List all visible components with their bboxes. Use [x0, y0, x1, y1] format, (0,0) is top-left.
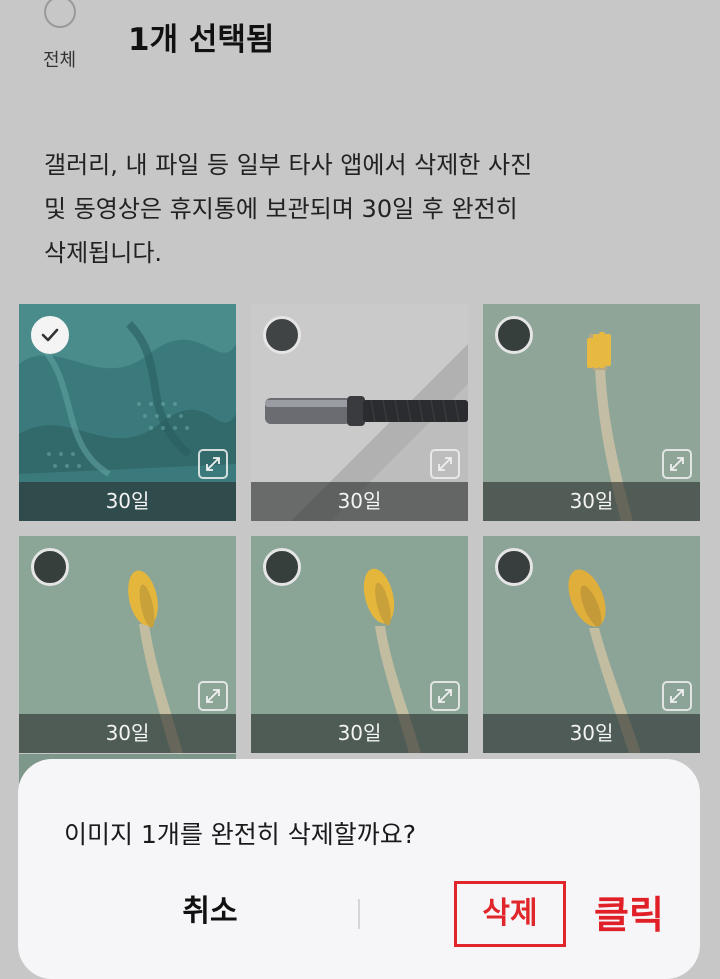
- days-remaining-label: 30일: [569, 721, 614, 745]
- photo-thumbnail[interactable]: 30일: [19, 304, 236, 521]
- days-remaining-label: 30일: [105, 721, 150, 745]
- photo-thumbnail[interactable]: 30일: [19, 536, 236, 753]
- expand-icon[interactable]: [430, 449, 460, 479]
- dialog-message: 이미지 1개를 완전히 삭제할까요?: [64, 820, 417, 849]
- click-annotation: 클릭: [594, 893, 664, 937]
- photo-thumbnail[interactable]: 30일: [251, 536, 468, 753]
- days-remaining-label: 30일: [105, 489, 150, 513]
- days-remaining-label: 30일: [569, 489, 614, 513]
- expand-icon[interactable]: [662, 681, 692, 711]
- expand-icon[interactable]: [198, 681, 228, 711]
- photo-thumbnail[interactable]: 30일: [251, 304, 468, 521]
- selected-check-icon[interactable]: [31, 316, 69, 354]
- photo-thumbnail[interactable]: 30일: [483, 304, 700, 521]
- select-circle-icon[interactable]: [495, 548, 533, 586]
- cancel-button[interactable]: 취소: [138, 887, 282, 937]
- select-circle-icon[interactable]: [263, 548, 301, 586]
- select-circle-icon[interactable]: [31, 548, 69, 586]
- select-circle-icon[interactable]: [263, 316, 301, 354]
- days-remaining-label: 30일: [337, 721, 382, 745]
- button-divider: [358, 899, 360, 929]
- photo-thumbnail[interactable]: 30일: [483, 536, 700, 753]
- delete-button[interactable]: 삭제: [454, 881, 566, 947]
- days-remaining-label: 30일: [337, 489, 382, 513]
- delete-confirm-dialog: 이미지 1개를 완전히 삭제할까요? 취소 삭제: [18, 759, 700, 979]
- expand-icon[interactable]: [198, 449, 228, 479]
- expand-icon[interactable]: [430, 681, 460, 711]
- expand-icon[interactable]: [662, 449, 692, 479]
- select-circle-icon[interactable]: [495, 316, 533, 354]
